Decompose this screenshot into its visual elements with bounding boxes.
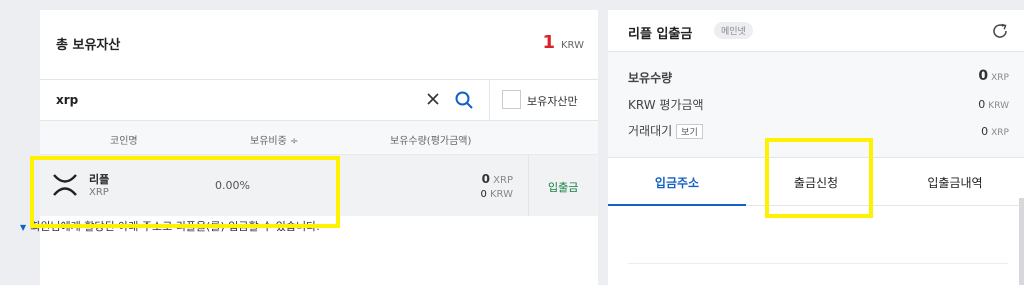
- total-assets-number: 1: [542, 32, 555, 53]
- deposit-withdraw-link[interactable]: 입출금: [548, 179, 578, 195]
- owned-only-checkbox[interactable]: [502, 90, 521, 109]
- divider: [628, 263, 1008, 264]
- holding-qty-label: 보유수량: [628, 71, 673, 85]
- krw-value: 0: [480, 189, 487, 200]
- total-assets-unit: KRW: [561, 40, 584, 51]
- total-assets-value: 1 KRW: [542, 32, 584, 53]
- column-holding-ratio[interactable]: 보유비중 ÷: [250, 132, 298, 147]
- tab-deposit-address[interactable]: 입금주소: [608, 158, 746, 206]
- tab-history[interactable]: 입출금내역: [886, 158, 1024, 206]
- owned-only-label: 보유자산만: [527, 95, 578, 108]
- deposit-panel-title: 리플 입출금: [628, 27, 693, 42]
- krw-unit: KRW: [490, 189, 513, 200]
- pending-label: 거래대기 보기: [628, 122, 703, 139]
- close-icon[interactable]: [424, 90, 442, 108]
- total-assets-row: 총 보유자산 1 KRW: [40, 10, 598, 80]
- highlight-box-asset-row: [30, 156, 340, 228]
- column-coin-name: 코인명: [110, 136, 138, 147]
- pending-value: 0 XRP: [981, 125, 1009, 138]
- triangle-down-icon: ▼: [20, 223, 27, 232]
- qty-value: 0: [481, 172, 490, 186]
- holding-qty: 0 XRP 0 KRW: [480, 172, 513, 202]
- search-row: xrp 보유자산만: [40, 80, 598, 121]
- krw-eval-value: 0 KRW: [978, 98, 1009, 111]
- divider: [489, 80, 490, 120]
- deposit-panel-header: 리플 입출금 메인넷: [608, 10, 1024, 52]
- highlight-box-withdraw-tab: [765, 138, 873, 218]
- holding-qty-value: 0 XRP: [978, 68, 1009, 84]
- column-holding-qty: 보유수량(평가금액): [390, 136, 472, 147]
- qty-unit: XRP: [493, 175, 513, 186]
- table-header: 코인명 보유비중 ÷ 보유수량(평가금액): [40, 121, 598, 155]
- divider: [528, 155, 529, 216]
- krw-eval-label: KRW 평가금액: [628, 98, 704, 112]
- network-badge: 메인넷: [714, 22, 753, 39]
- search-input[interactable]: xrp: [56, 93, 78, 107]
- search-icon[interactable]: [454, 90, 474, 110]
- holdings-panel: 총 보유자산 1 KRW xrp 보유자산만 코인명 보유비중 ÷ 보유수량(평…: [40, 10, 598, 285]
- total-assets-title: 총 보유자산: [56, 38, 121, 53]
- scrollbar[interactable]: [1019, 198, 1024, 285]
- refresh-icon[interactable]: [991, 22, 1009, 40]
- view-pending-button[interactable]: 보기: [676, 124, 703, 139]
